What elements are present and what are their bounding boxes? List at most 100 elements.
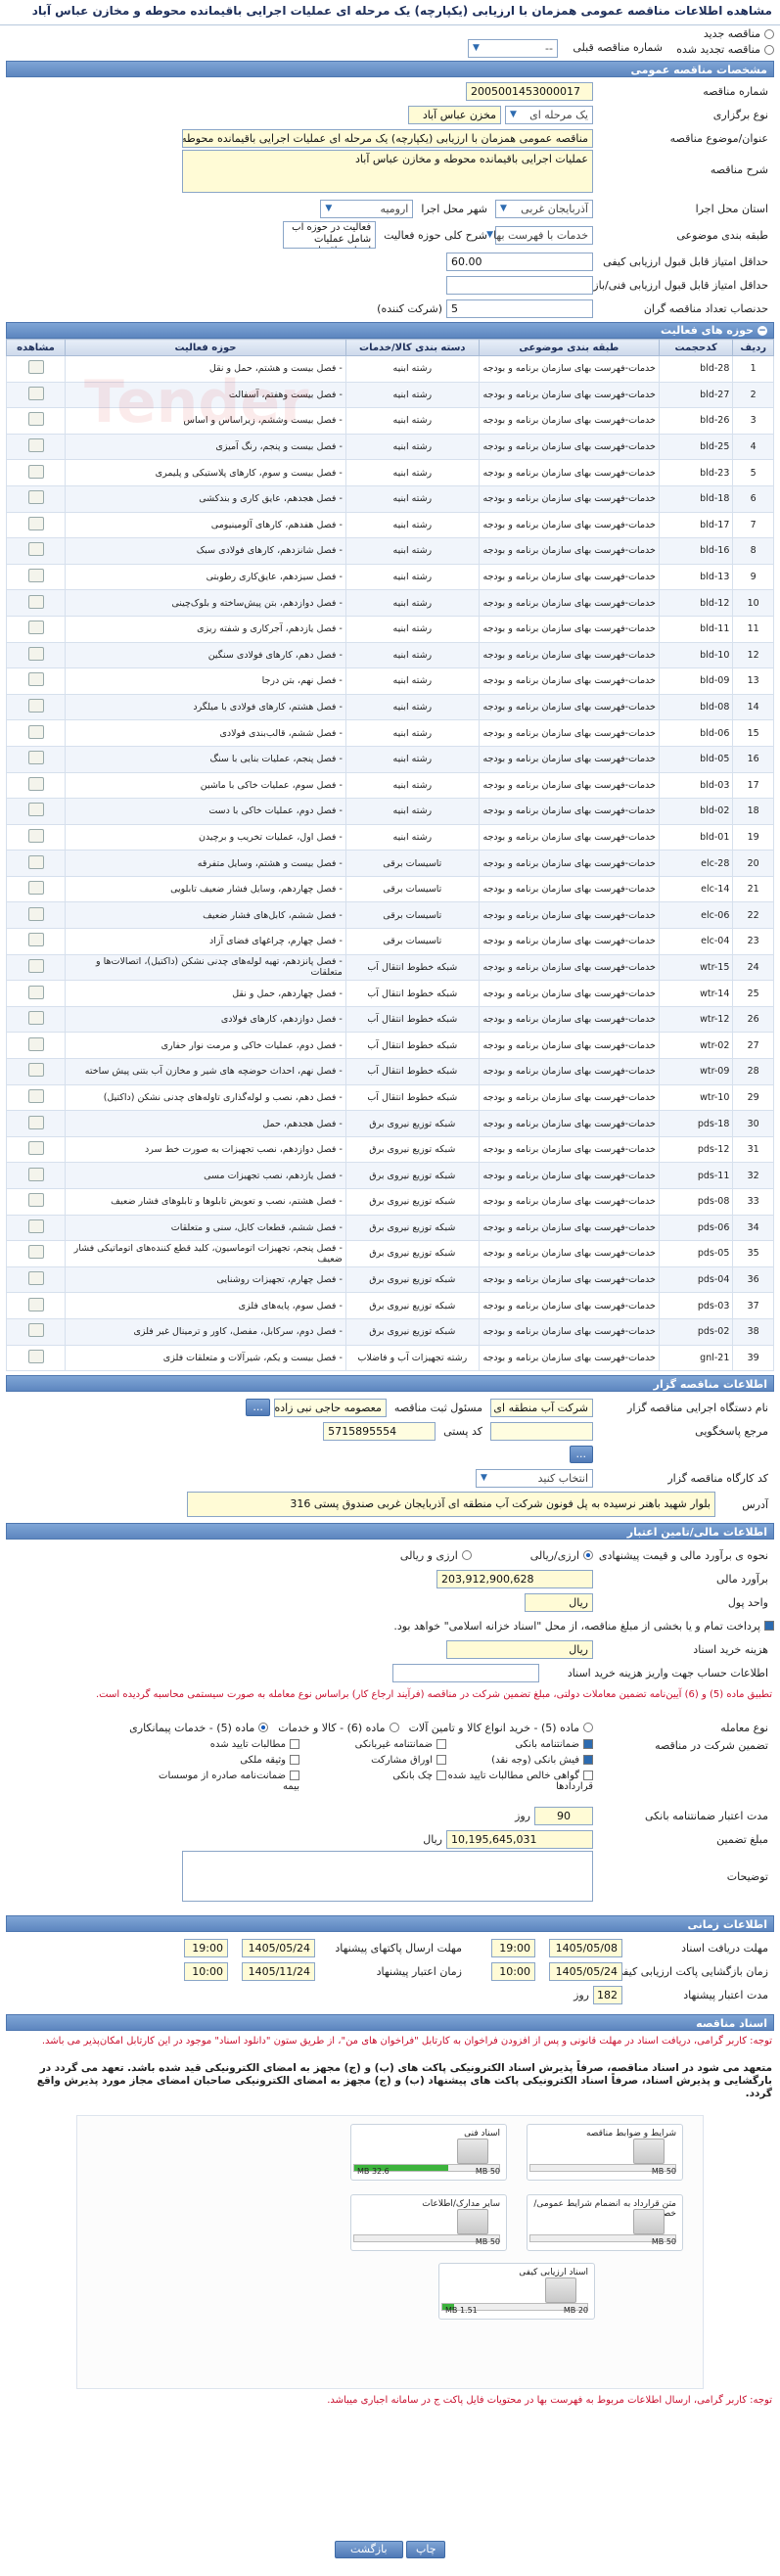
province-select[interactable]: آذربایجان غربی ▼ [495, 199, 593, 218]
view-icon[interactable] [27, 1011, 44, 1026]
min-tech-field[interactable] [446, 275, 593, 295]
view-icon[interactable] [27, 360, 44, 375]
guarantee-checkbox[interactable] [290, 1739, 299, 1750]
guarantee-option[interactable]: گواهی خالص مطالبات تایید شده قراردادها [446, 1771, 593, 1792]
view-icon[interactable] [27, 1063, 44, 1078]
currency-field[interactable]: ریال [525, 1592, 593, 1612]
view-icon[interactable] [27, 751, 44, 765]
view-icon[interactable] [27, 490, 44, 505]
back-button[interactable]: بازگشت [334, 2541, 403, 2558]
send-date[interactable]: 1405/05/24 [242, 1938, 315, 1957]
view-icon[interactable] [27, 1219, 44, 1233]
guarantee-option[interactable]: مطالبات تایید شده [153, 1739, 299, 1755]
view-icon[interactable] [27, 1271, 44, 1286]
min-bidders-field[interactable]: 5 [446, 299, 593, 318]
desc-field[interactable]: عملیات اجرایی باقیمانده محوطه و مخازن عب… [182, 150, 593, 193]
fx-radio[interactable] [461, 1550, 472, 1561]
guarantee-checkbox[interactable] [436, 1739, 446, 1750]
city-select[interactable]: ارومیه ▼ [320, 199, 414, 218]
view-icon[interactable] [27, 386, 44, 400]
view-icon[interactable] [27, 828, 44, 843]
view-icon[interactable] [27, 985, 44, 999]
view-icon[interactable] [27, 516, 44, 530]
view-icon[interactable] [27, 1323, 44, 1338]
number-field[interactable]: 2005001453000017 [466, 81, 593, 101]
view-icon[interactable] [27, 1349, 44, 1363]
view-icon[interactable] [27, 906, 44, 921]
file-box[interactable]: متن قرارداد به انضمام شرایط عمومی/خصوصی5… [527, 2194, 683, 2252]
amount-field[interactable]: 203,912,900,628 [436, 1569, 593, 1588]
file-box[interactable]: سایر مدارک/اطلاعات 50 MB [350, 2194, 507, 2252]
guarantee-amount-field[interactable]: 10,195,645,031 [446, 1829, 593, 1849]
type7-radio[interactable] [258, 1723, 269, 1733]
collapse-icon[interactable]: − [757, 325, 767, 336]
print-button[interactable]: چاپ [406, 2541, 446, 2558]
valid-time[interactable]: 10:00 [184, 1961, 228, 1981]
category-select[interactable]: خدمات با فهرست بها ▼ [486, 225, 593, 245]
view-icon[interactable] [27, 569, 44, 583]
guarantee-checkbox[interactable] [583, 1739, 593, 1750]
doc-recv-date[interactable]: 1405/05/08 [549, 1938, 622, 1957]
scope-field[interactable]: فعالیت در حوزه آب شامل عملیات اجرایی باق… [283, 221, 377, 249]
notes-field[interactable] [182, 1851, 593, 1903]
guarantee-option[interactable]: فیش بانکی (وجه نقد) [446, 1755, 593, 1771]
view-icon[interactable] [27, 1193, 44, 1208]
min-quality-field[interactable]: 60.00 [446, 252, 593, 271]
unit-select[interactable]: انتخاب کنید ▼ [476, 1468, 593, 1488]
guarantee-checkbox[interactable] [290, 1755, 299, 1766]
view-icon[interactable] [27, 1297, 44, 1311]
view-icon[interactable] [27, 776, 44, 791]
open-date[interactable]: 1405/05/24 [549, 1961, 622, 1981]
view-icon[interactable] [27, 621, 44, 635]
guarantee-option[interactable]: چک بانکی [299, 1771, 446, 1786]
renewal-radio[interactable] [764, 45, 774, 55]
view-icon[interactable] [27, 672, 44, 687]
guarantee-option[interactable]: ضمانتنامه بانکی [446, 1739, 593, 1755]
view-icon[interactable] [27, 881, 44, 896]
guarantee-checkbox[interactable] [290, 1771, 299, 1781]
type-select[interactable]: یک مرحله ای ▼ [505, 105, 593, 124]
view-icon[interactable] [27, 1141, 44, 1156]
view-icon[interactable] [27, 1115, 44, 1129]
view-icon[interactable] [27, 699, 44, 713]
more-button[interactable]: ... [246, 1399, 270, 1417]
doc-fee-field[interactable]: ریال [446, 1639, 593, 1659]
view-icon[interactable] [27, 854, 44, 869]
view-icon[interactable] [27, 958, 44, 973]
open-time[interactable]: 10:00 [491, 1961, 535, 1981]
doc-recv-time[interactable]: 19:00 [491, 1938, 535, 1957]
postal-field[interactable]: 5715895554 [323, 1421, 436, 1441]
address-field[interactable]: بلوار شهید باهنر نرسیده به پل فونون شرکت… [187, 1492, 715, 1518]
view-icon[interactable] [27, 412, 44, 427]
view-icon[interactable] [27, 1167, 44, 1181]
type5-radio[interactable] [583, 1723, 593, 1733]
file-box[interactable]: شرایط و ضوابط مناقصه 50 MB [527, 2124, 683, 2182]
prev-number-select[interactable]: -- ▼ [468, 39, 558, 58]
payment-checkbox[interactable] [764, 1621, 774, 1632]
view-icon[interactable] [27, 646, 44, 661]
type6-radio[interactable] [389, 1723, 399, 1733]
keyword-field[interactable]: مخزن عباس آباد [408, 105, 501, 124]
subject-field[interactable]: مناقصه عمومی همزمان با ارزیابی (یکپارچه)… [182, 128, 593, 148]
view-icon[interactable] [27, 542, 44, 557]
ref-more-button[interactable]: ... [569, 1446, 593, 1464]
view-icon[interactable] [27, 803, 44, 817]
guarantee-checkbox[interactable] [583, 1755, 593, 1766]
valid-date[interactable]: 1405/11/24 [242, 1961, 315, 1981]
rial-fx-radio[interactable] [583, 1550, 593, 1561]
view-icon[interactable] [27, 438, 44, 453]
guarantee-option[interactable]: اوراق مشارکت [299, 1755, 446, 1771]
send-time[interactable]: 19:00 [184, 1938, 228, 1957]
view-icon[interactable] [27, 464, 44, 479]
view-icon[interactable] [27, 724, 44, 739]
file-box[interactable]: اسناد فنی 50 MB 32.6 MB [350, 2124, 507, 2182]
guarantee-option[interactable]: ضمانت‌نامه صادره از موسسات بیمه [153, 1771, 299, 1792]
ref-field[interactable] [490, 1421, 593, 1441]
account-field[interactable] [392, 1663, 539, 1682]
org-name-field[interactable]: شرکت آب منطقه ای استان [490, 1398, 593, 1417]
guarantee-checkbox[interactable] [583, 1771, 593, 1781]
view-icon[interactable] [27, 1088, 44, 1103]
file-box[interactable]: اسناد ارزیابی کیفی 20 MB 1.51 MB [438, 2263, 595, 2321]
guarantee-checkbox[interactable] [436, 1755, 446, 1766]
responsible-field[interactable]: معصومه حاجی نبی زاده [273, 1398, 387, 1417]
